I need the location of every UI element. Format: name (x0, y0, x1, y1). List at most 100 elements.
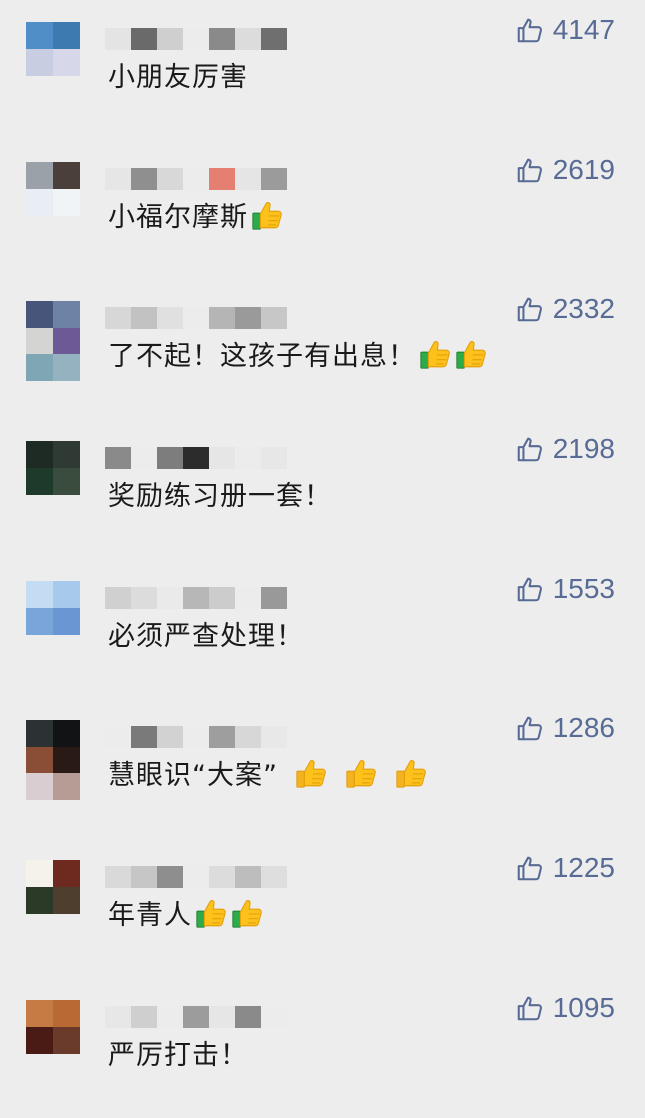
avatar[interactable] (26, 1000, 80, 1054)
nickname-pixel (131, 1006, 157, 1028)
avatar-pixel (53, 49, 80, 76)
nickname-pixel (235, 168, 261, 190)
like-count: 1095 (552, 992, 615, 1023)
avatar-pixel (26, 22, 53, 49)
nickname-pixel (209, 866, 235, 888)
avatar[interactable] (26, 860, 80, 914)
like-count: 4147 (552, 14, 615, 45)
nickname-pixel (131, 168, 157, 190)
avatar[interactable] (26, 22, 80, 76)
avatar-pixel (53, 1000, 80, 1027)
thumbs-up-emoji-icon (294, 756, 328, 790)
comment-text: 年青人 (108, 896, 264, 936)
emoji-group (192, 900, 264, 931)
comment-text-content: 年青人 (108, 900, 192, 931)
like-button[interactable]: 4147 (515, 14, 615, 46)
comment-text-content: 慧眼识“大案” (108, 760, 278, 791)
avatar-pixel (53, 162, 80, 189)
avatar-pixel (26, 608, 53, 635)
nickname-pixel (261, 587, 287, 609)
comment-item: 必须严查处理！ 1553 (0, 559, 645, 699)
nickname-blurred[interactable] (105, 1004, 345, 1030)
thumbs-up-outline-icon (515, 15, 545, 45)
nickname-pixel (157, 726, 183, 748)
avatar-pixel (53, 468, 80, 495)
avatar[interactable] (26, 162, 80, 216)
comment-text-content: 小朋友厉害 (108, 62, 248, 93)
comment-text-content: 必须严查处理！ (108, 621, 304, 652)
nickname-pixel (235, 1006, 261, 1028)
nickname-pixel (157, 866, 183, 888)
nickname-pixel (131, 587, 157, 609)
avatar-pixel (26, 773, 53, 800)
like-button[interactable]: 1095 (515, 992, 615, 1024)
like-count: 2332 (552, 293, 615, 324)
comment-item: 年青人 1225 (0, 838, 645, 978)
nickname-pixel (209, 28, 235, 50)
nickname-pixel (183, 168, 209, 190)
avatar-pixel (53, 441, 80, 468)
avatar-pixel (26, 1000, 53, 1027)
comment-text: 慧眼识“大案” (108, 756, 428, 796)
avatar-pixel (53, 608, 80, 635)
like-button[interactable]: 1225 (515, 852, 615, 884)
nickname-pixel (209, 307, 235, 329)
avatar-pixel (26, 162, 53, 189)
thumbs-up-emoji-icon (344, 756, 378, 790)
comment-text-content: 严厉打击！ (108, 1040, 248, 1071)
like-button[interactable]: 1286 (515, 712, 615, 744)
nickname-pixel (157, 28, 183, 50)
nickname-blurred[interactable] (105, 445, 345, 471)
nickname-pixel (157, 587, 183, 609)
nickname-blurred[interactable] (105, 585, 345, 611)
avatar-pixel (53, 327, 80, 355)
nickname-pixel (235, 726, 261, 748)
avatar[interactable] (26, 720, 80, 800)
thumbs-up-outline-icon (515, 434, 545, 464)
comment-text: 严厉打击！ (108, 1036, 248, 1076)
nickname-pixel (261, 28, 287, 50)
nickname-pixel (235, 307, 261, 329)
avatar-pixel (26, 189, 53, 216)
avatar-pixel (53, 354, 80, 381)
nickname-pixel (209, 587, 235, 609)
avatar-pixel (53, 860, 80, 887)
nickname-blurred[interactable] (105, 26, 345, 52)
nickname-pixel (235, 28, 261, 50)
avatar[interactable] (26, 301, 80, 381)
emoji-group (278, 760, 428, 791)
like-count: 2198 (552, 433, 615, 464)
nickname-pixel (105, 1006, 131, 1028)
avatar-pixel (53, 22, 80, 49)
avatar-pixel (26, 49, 53, 76)
avatar-pixel (26, 860, 53, 887)
thumbs-up-emoji-icon (418, 337, 452, 371)
avatar-pixel (26, 746, 53, 774)
avatar-pixel (26, 468, 53, 495)
avatar[interactable] (26, 581, 80, 635)
like-button[interactable]: 2198 (515, 433, 615, 465)
avatar-pixel (53, 746, 80, 774)
avatar-pixel (53, 301, 80, 328)
nickname-blurred[interactable] (105, 724, 345, 750)
nickname-pixel (131, 28, 157, 50)
like-count: 1553 (552, 573, 615, 604)
nickname-pixel (235, 447, 261, 469)
nickname-pixel (105, 28, 131, 50)
comment-text: 奖励练习册一套！ (108, 477, 332, 517)
avatar-pixel (26, 441, 53, 468)
comment-list: 小朋友厉害 4147 小福尔摩斯 2619 了不起！这孩子有出息！ 2332 奖… (0, 0, 645, 1083)
like-button[interactable]: 2619 (515, 154, 615, 186)
like-button[interactable]: 2332 (515, 293, 615, 325)
nickname-blurred[interactable] (105, 864, 345, 890)
like-button[interactable]: 1553 (515, 573, 615, 605)
avatar-pixel (53, 1027, 80, 1054)
avatar-pixel (26, 327, 53, 355)
avatar[interactable] (26, 441, 80, 495)
avatar-pixel (26, 720, 53, 747)
nickname-blurred[interactable] (105, 305, 345, 331)
nickname-pixel (131, 447, 157, 469)
nickname-pixel (105, 587, 131, 609)
nickname-blurred[interactable] (105, 166, 345, 192)
like-count: 2619 (552, 154, 615, 185)
